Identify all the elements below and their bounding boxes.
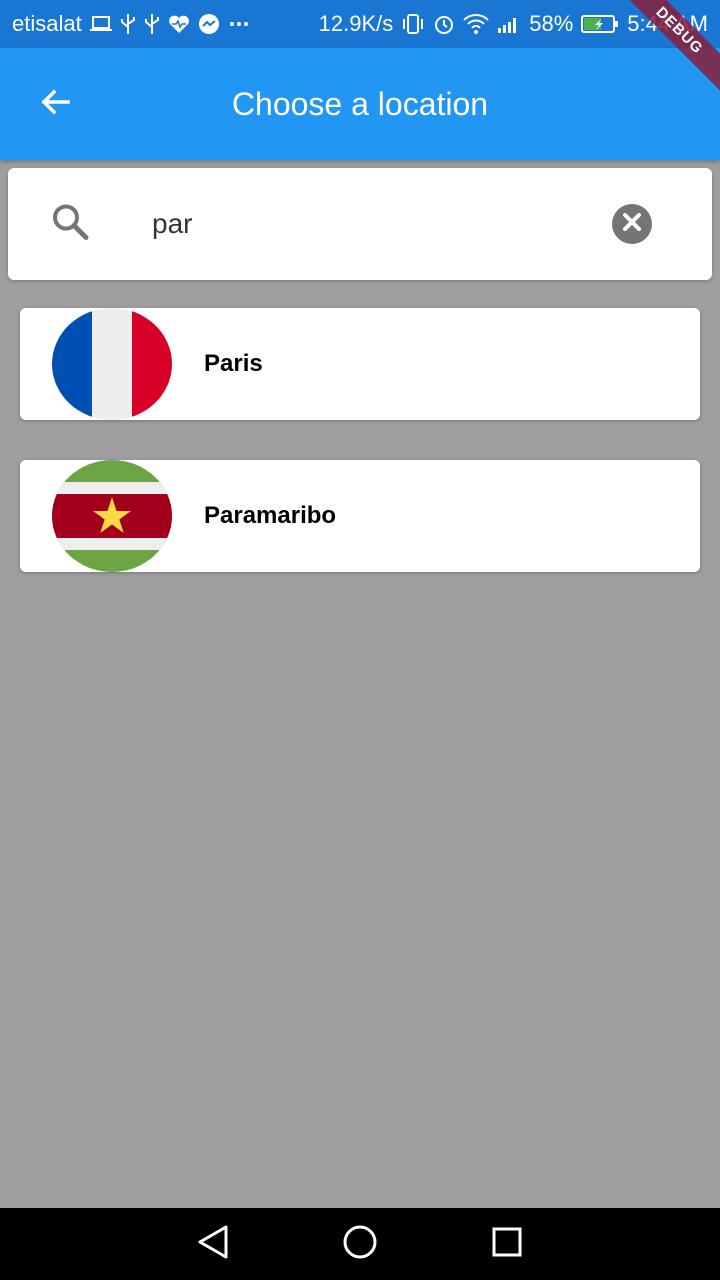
usb-icon <box>144 13 160 35</box>
health-icon <box>168 14 190 34</box>
france-flag-icon <box>52 308 172 420</box>
search-input[interactable] <box>152 198 572 250</box>
network-speed: 12.9K/s <box>318 11 394 36</box>
more-icon <box>228 20 250 28</box>
nav-recents-icon <box>491 1226 523 1263</box>
nav-home-icon <box>342 1224 378 1265</box>
location-name: Paramaribo <box>204 502 337 529</box>
suriname-flag-icon <box>52 460 172 572</box>
back-button[interactable] <box>30 78 82 130</box>
nav-home-button[interactable] <box>336 1220 384 1268</box>
nav-back-button[interactable] <box>189 1220 237 1268</box>
status-bar: etisalat 12.9K/s 58% <box>0 0 720 48</box>
app-bar: Choose a location <box>0 48 720 160</box>
system-nav-bar <box>0 1208 720 1280</box>
clear-button[interactable] <box>612 204 652 244</box>
nav-recents-button[interactable] <box>483 1220 531 1268</box>
messenger-icon <box>198 13 220 35</box>
signal-icon <box>497 14 521 34</box>
location-item-paramaribo[interactable]: Paramaribo <box>20 460 700 572</box>
arrow-left-icon <box>38 84 74 125</box>
search-icon <box>48 200 92 249</box>
battery-charging-icon <box>581 14 619 34</box>
search-bar <box>8 168 712 280</box>
location-item-paris[interactable]: Paris <box>20 308 700 420</box>
alarm-icon <box>433 13 455 35</box>
nav-back-icon <box>196 1224 230 1265</box>
laptop-icon <box>89 15 112 33</box>
battery-percent: 58% <box>529 11 574 36</box>
page-title: Choose a location <box>231 85 489 122</box>
location-name: Paris <box>204 350 263 377</box>
vibrate-icon <box>401 13 425 35</box>
clear-icon <box>621 211 643 238</box>
carrier-label: etisalat <box>12 11 82 36</box>
wifi-icon <box>463 14 489 34</box>
usb-icon <box>120 13 136 35</box>
